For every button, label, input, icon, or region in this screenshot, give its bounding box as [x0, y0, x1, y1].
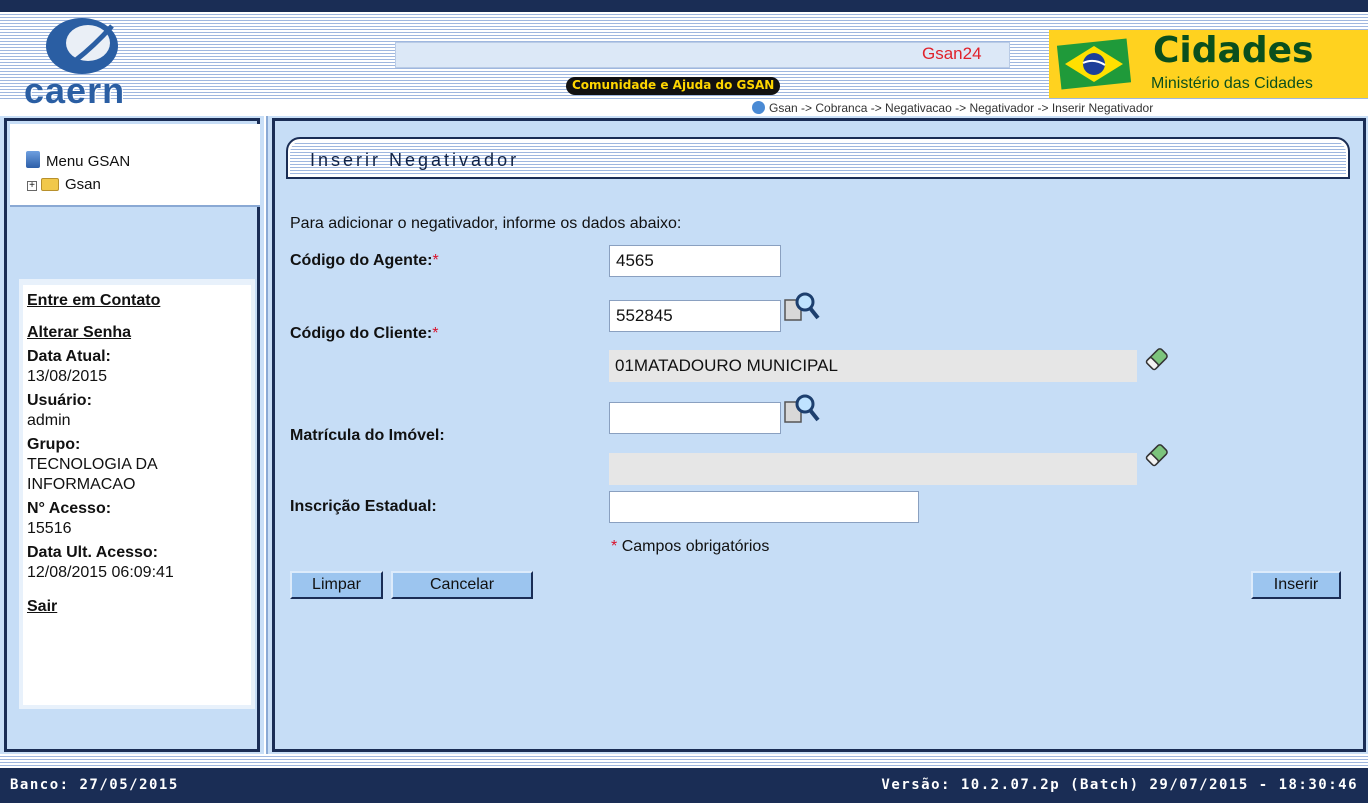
main-area: Inserir Negativador Para adicionar o neg… — [266, 116, 1368, 754]
help-icon[interactable] — [752, 101, 765, 114]
footer: Banco: 27/05/2015 Versão: 10.2.07.2p (Ba… — [0, 768, 1368, 803]
access-count-label: N° Acesso: — [27, 500, 112, 517]
clear-button[interactable]: Limpar — [290, 571, 383, 599]
header: caern Gsan24 Comunidade e Ajuda do GSAN … — [0, 12, 1368, 116]
ministry-subtitle: Ministério das Cidades — [1151, 75, 1313, 92]
property-description-display — [609, 453, 1137, 485]
version-info: Versão: 10.2.07.2p (Batch) 29/07/2015 - … — [881, 777, 1358, 793]
property-search-icon[interactable] — [783, 392, 821, 428]
form-intro: Para adicionar o negativador, informe os… — [290, 215, 682, 232]
eraser-icon[interactable] — [1143, 441, 1171, 469]
ministry-logo: Cidades Ministério das Cidades — [1049, 30, 1368, 98]
tree-root-label[interactable]: Gsan — [65, 176, 101, 193]
breadcrumb: Gsan -> Cobranca -> Negativacao -> Negat… — [752, 101, 1153, 115]
client-code-label: Código do Cliente:* — [290, 325, 438, 343]
client-name-display: 01MATADOURO MUNICIPAL — [609, 350, 1137, 382]
menu-title-label: Menu GSAN — [46, 153, 131, 170]
state-registration-input[interactable] — [609, 491, 919, 523]
insert-button[interactable]: Inserir — [1251, 571, 1341, 599]
page-title: Inserir Negativador — [310, 150, 520, 170]
form-title-bar: Inserir Negativador — [286, 137, 1350, 179]
client-code-label-text: Código do Cliente: — [290, 325, 433, 342]
client-code-input[interactable] — [609, 300, 781, 332]
user-info-panel: Entre em Contato Alterar Senha Data Atua… — [19, 279, 255, 709]
required-marker: * — [611, 538, 618, 555]
main-panel: Inserir Negativador Para adicionar o neg… — [272, 118, 1366, 752]
sidebar: Menu GSAN + Gsan Entre em Contato Alterar… — [0, 116, 264, 754]
last-access-value: 12/08/2015 06:09:41 — [27, 564, 174, 581]
community-help-link[interactable]: Comunidade e Ajuda do GSAN — [566, 77, 781, 95]
required-note-text: Campos obrigatórios — [621, 538, 770, 555]
brazil-flag-icon — [1057, 38, 1131, 90]
ministry-title: Cidades — [1153, 30, 1314, 71]
agent-code-label: Código do Agente:* — [290, 252, 439, 270]
system-banner — [395, 42, 1010, 68]
property-registration-label: Matrícula do Imóvel: — [290, 427, 445, 444]
logout-link[interactable]: Sair — [27, 597, 174, 617]
breadcrumb-path: Gsan -> Cobranca -> Negativacao -> Negat… — [769, 101, 1154, 115]
user-label: Usuário: — [27, 392, 92, 409]
contact-link[interactable]: Entre em Contato — [27, 291, 174, 311]
computer-icon — [26, 151, 40, 168]
required-marker: * — [432, 325, 439, 342]
required-fields-note: * Campos obrigatórios — [611, 538, 769, 556]
eraser-icon[interactable] — [1143, 345, 1171, 373]
expand-icon[interactable]: + — [27, 181, 37, 191]
group-value-line2: INFORMACAO — [27, 476, 136, 493]
group-label: Grupo: — [27, 436, 81, 453]
change-password-link[interactable]: Alterar Senha — [27, 323, 174, 343]
group-value-line1: TECNOLOGIA DA — [27, 456, 158, 473]
current-date-value: 13/08/2015 — [27, 368, 108, 385]
client-search-icon[interactable] — [783, 290, 821, 326]
folder-icon — [41, 178, 59, 191]
agent-code-input[interactable] — [609, 245, 781, 277]
bank-date: Banco: 27/05/2015 — [10, 777, 179, 793]
sidebar-panel: Menu GSAN + Gsan Entre em Contato Alterar… — [4, 118, 260, 752]
menu-tree-root[interactable]: + Gsan — [27, 176, 101, 193]
top-bar — [0, 0, 1368, 12]
menu-title[interactable]: Menu GSAN — [26, 151, 130, 170]
property-registration-input[interactable] — [609, 402, 781, 434]
cancel-button[interactable]: Cancelar — [391, 571, 533, 599]
logo-text: caern — [24, 70, 126, 111]
user-info-content: Entre em Contato Alterar Senha Data Atua… — [27, 291, 174, 629]
system-tag: Gsan24 — [922, 44, 982, 63]
access-count-value: 15516 — [27, 520, 72, 537]
menu-tree-panel: Menu GSAN + Gsan — [10, 124, 260, 207]
last-access-label: Data Ult. Acesso: — [27, 544, 158, 561]
state-registration-label: Inscrição Estadual: — [290, 498, 437, 515]
footer-stripes — [0, 754, 1368, 768]
agent-code-label-text: Código do Agente: — [290, 252, 433, 269]
user-value: admin — [27, 412, 71, 429]
required-marker: * — [432, 252, 439, 269]
current-date-label: Data Atual: — [27, 348, 111, 365]
